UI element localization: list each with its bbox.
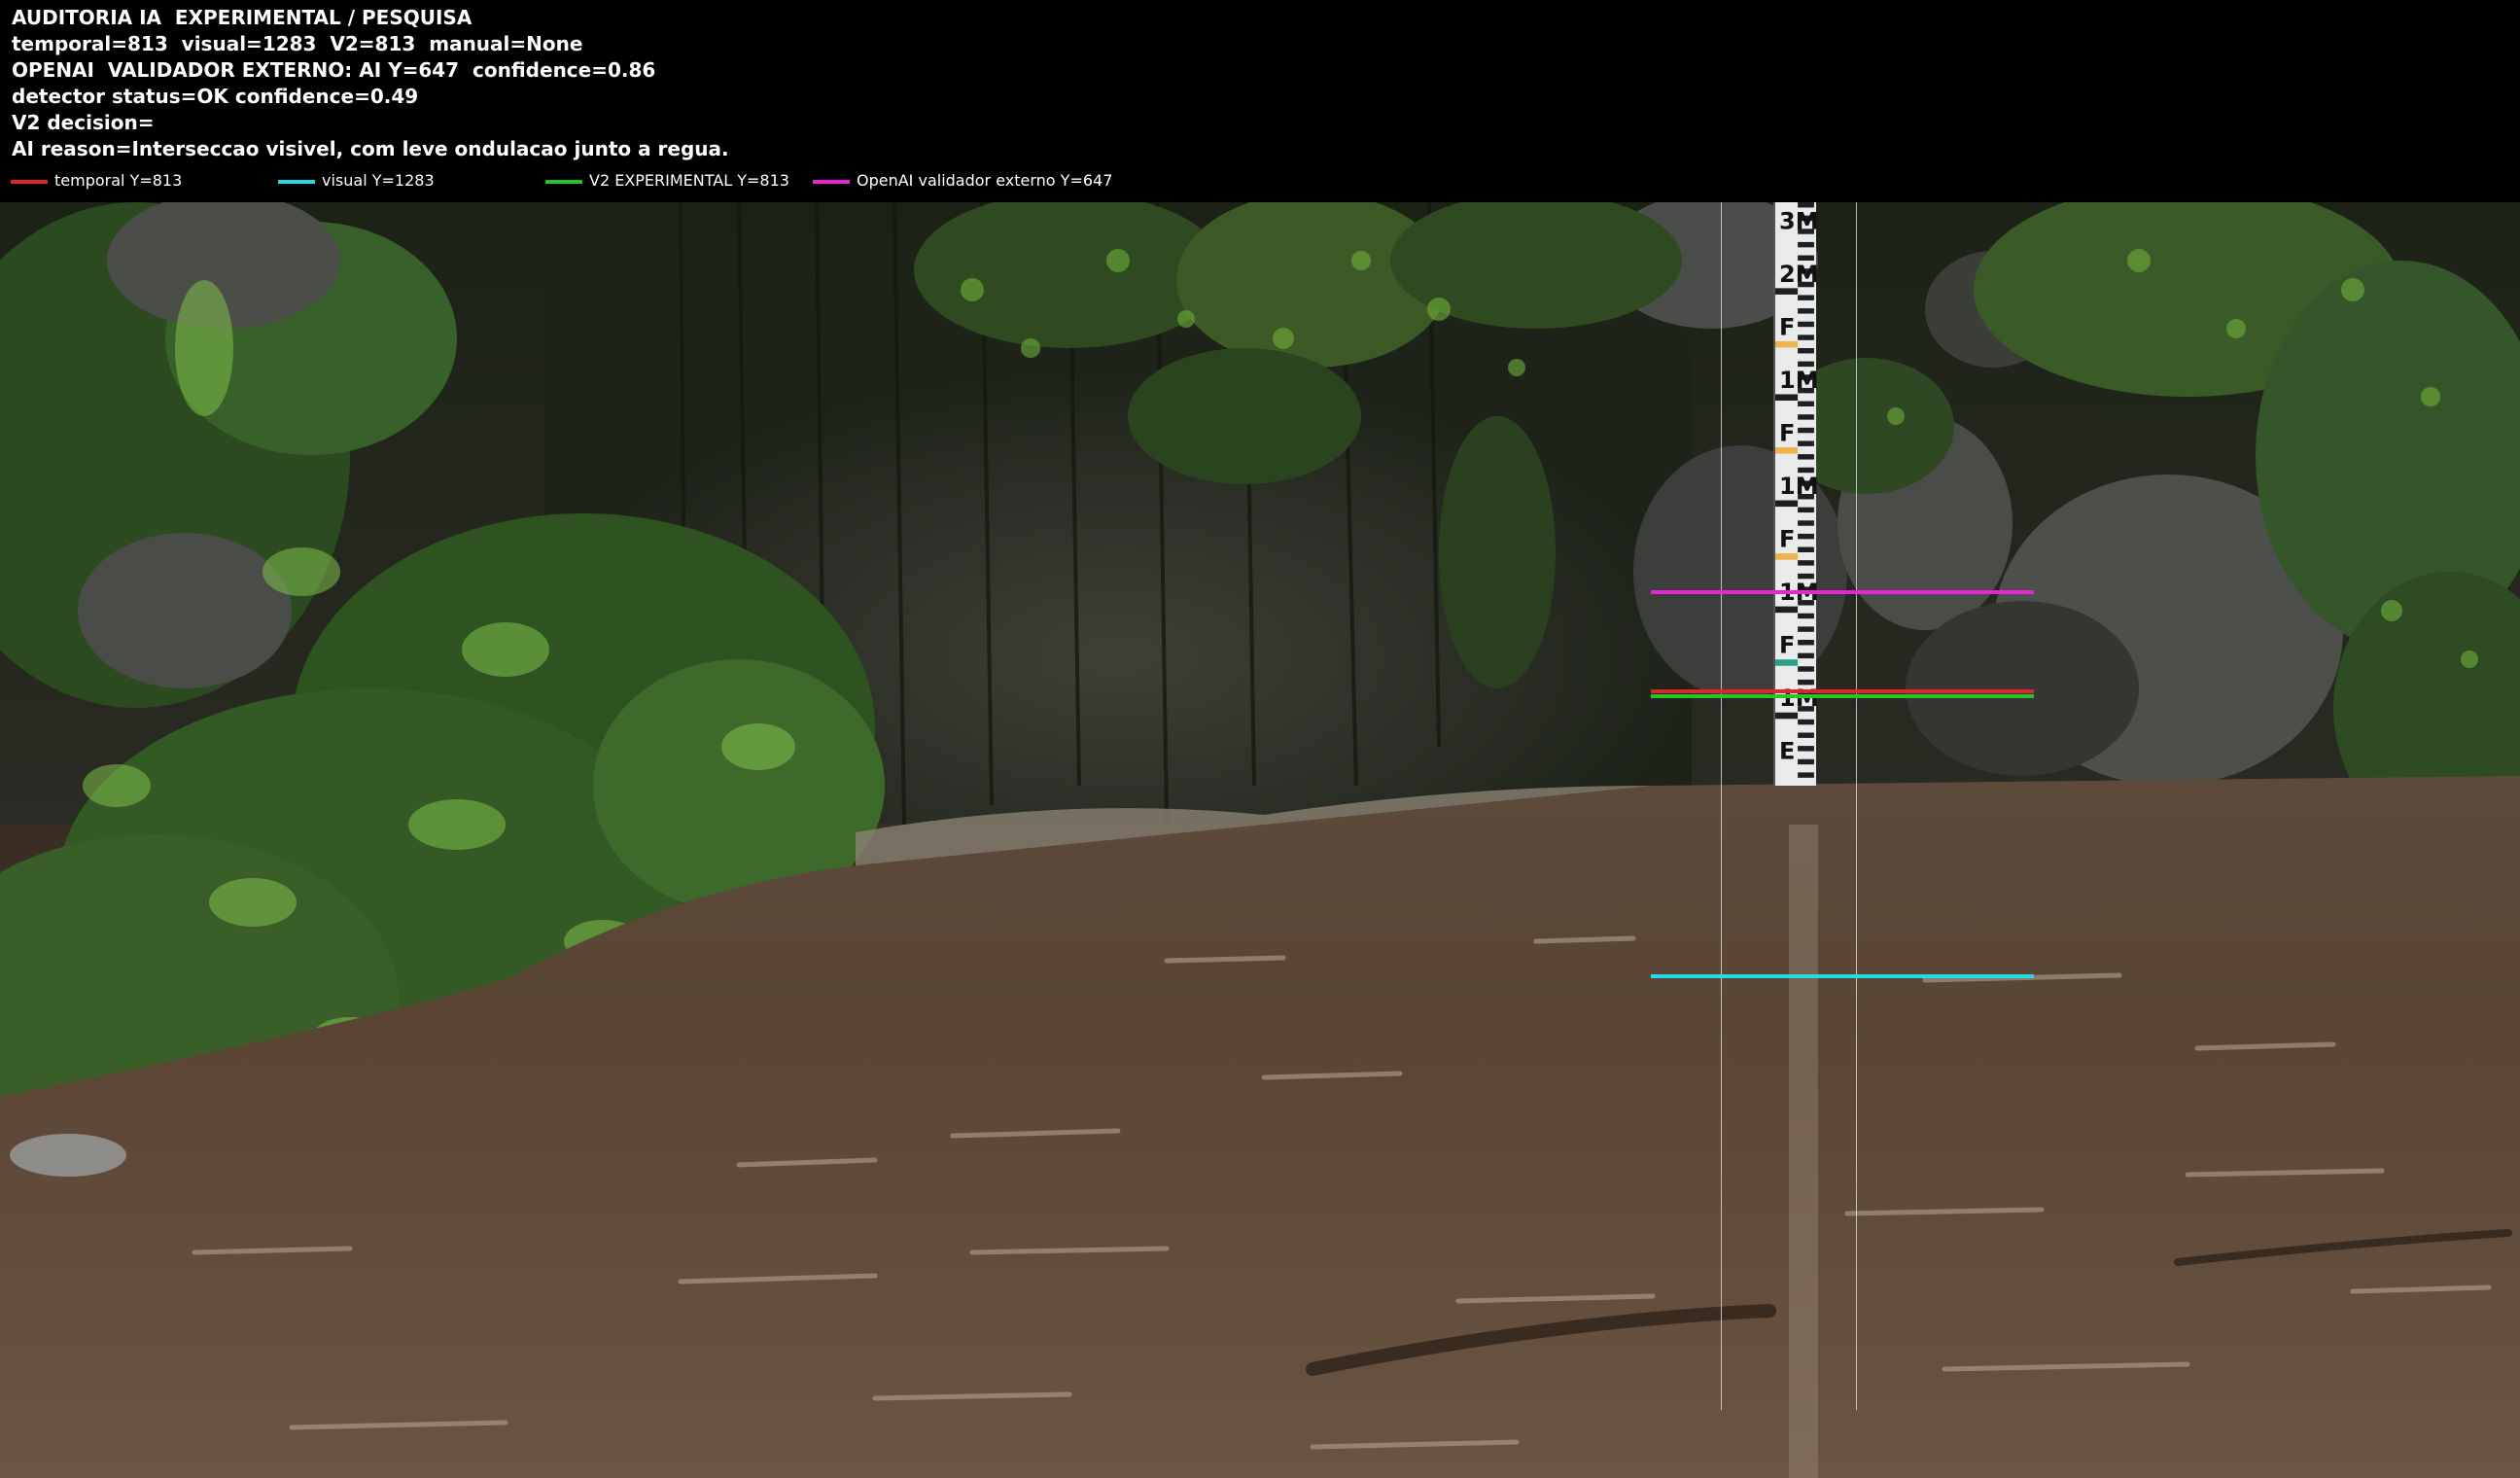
legend-swatch-temporal [11,180,48,184]
river-scene-image: 3M2MF1MF1MF1MF1ME [0,202,2520,1478]
gauge-tick [1798,626,1814,632]
openai-waterline [1651,590,2034,594]
gauge-band [1775,659,1799,666]
gauge-band [1775,340,1799,348]
gauge-marking: E [1779,738,1795,765]
gauge-tick [1798,507,1814,513]
gauge-tick [1798,401,1814,406]
gauge-tick [1798,560,1814,566]
visual-waterline [1651,974,2034,978]
shore-rock [10,1134,126,1177]
legend-label-temporal: temporal Y=813 [54,171,183,190]
gauge-band [1775,606,1799,614]
gauge-tick [1798,334,1814,340]
gauge-tick [1798,427,1814,434]
gauge-marking: 3M [1779,207,1819,234]
legend-swatch-v2 [545,180,582,184]
gauge-tick [1798,295,1814,300]
legend-swatch-visual [278,180,315,184]
gauge-band [1775,500,1799,508]
detector-status-line: detector status=OK confidence=0.49 [12,85,419,108]
v2-waterline [1651,694,2034,698]
legend-label-visual: visual Y=1283 [322,171,435,190]
gauge-tick [1798,546,1814,552]
gauge-tick [1798,746,1814,752]
gauge-tick [1798,241,1814,248]
camera-frame: 3M 2M F 1M F 1M F 1M F 1M E [0,202,2520,1478]
gauge-tick [1798,666,1814,672]
legend-label-openai: OpenAI validador externo Y=647 [857,171,1113,190]
gauge-reflection [1789,825,1818,1478]
gauge-tick [1798,719,1814,725]
gauge-band [1775,765,1799,772]
gauge-band [1775,553,1799,560]
gauge-tick [1798,732,1814,738]
gauge-tick [1798,533,1814,540]
gauge-marking: F [1779,419,1795,446]
gauge-band [1775,712,1799,720]
legend-label-v2: V2 EXPERIMENTAL Y=813 [589,171,789,190]
gauge-band [1775,447,1799,454]
gauge-tick [1798,414,1814,420]
gauge-edge [1773,202,1775,786]
gauge-tick [1798,613,1814,619]
gauge-marking: F [1779,526,1795,553]
gauge-marking: F [1779,632,1795,659]
gauge-tick [1798,640,1814,646]
gauge-tick [1798,321,1814,328]
roi-guide-left [1721,202,1722,1410]
gauge-tick [1798,308,1814,314]
gauge-tick [1798,758,1814,765]
gauge-tick [1798,348,1814,354]
gauge-tick [1798,652,1814,659]
roi-guide-right [1856,202,1857,1410]
gauge-band [1775,234,1799,242]
gauge-tick [1798,772,1814,778]
gauge-marking: F [1779,313,1795,340]
audit-overlay-panel: AUDITORIA IA EXPERIMENTAL / PESQUISA tem… [0,0,2520,202]
gauge-marking: 1M [1779,367,1819,394]
openai-validator-line: OPENAI VALIDADOR EXTERNO: AI Y=647 confi… [12,58,656,82]
gauge-band [1775,288,1799,295]
gauge-tick [1798,454,1814,460]
legend-swatch-openai [813,180,850,184]
staff-gauge: 3M2MF1MF1MF1MF1ME [1773,202,1819,786]
overlay-title: AUDITORIA IA EXPERIMENTAL / PESQUISA [12,6,472,29]
gauge-marking: 2M [1779,261,1819,288]
temporal-waterline [1651,689,2034,693]
gauge-marking: 1M [1779,473,1819,500]
gauge-tick [1798,520,1814,526]
readings-line: temporal=813 visual=1283 V2=813 manual=N… [12,32,583,55]
gauge-tick [1798,440,1814,446]
gauge-band [1775,394,1799,401]
v2-decision-line: V2 decision= [12,111,155,134]
ai-reason-line: AI reason=Interseccao visivel, com leve … [12,137,729,160]
